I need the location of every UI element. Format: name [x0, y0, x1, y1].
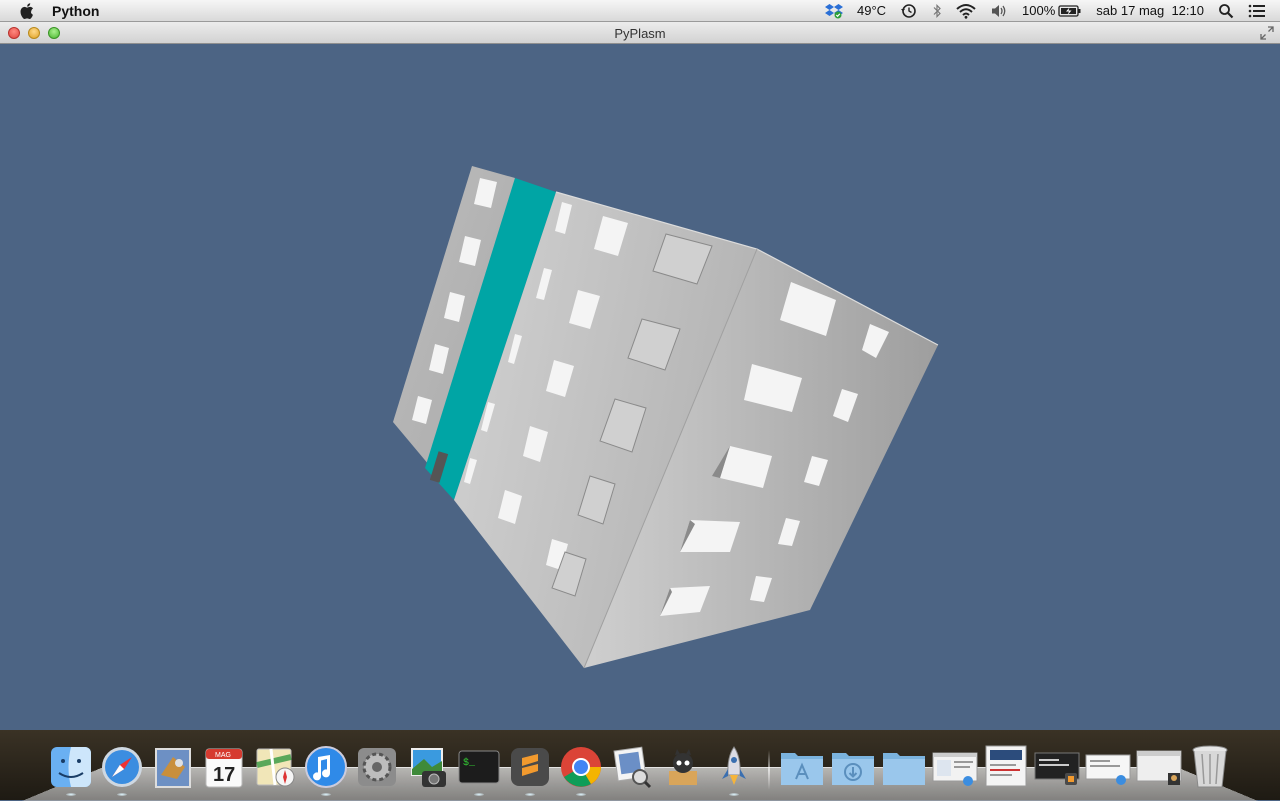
terminal-icon[interactable]: $_ [456, 744, 502, 796]
fullscreen-icon[interactable] [1260, 26, 1274, 40]
window-title-bar[interactable]: PyPlasm [0, 22, 1280, 44]
notification-center-icon[interactable] [1241, 0, 1280, 22]
dock-separator [768, 750, 770, 790]
menu-bar: Python 49°C 100% sab 17 mag 12:10 [0, 0, 1280, 22]
image-capture-icon[interactable] [405, 744, 451, 790]
temperature-readout[interactable]: 49°C [850, 0, 893, 22]
battery-icon[interactable] [1058, 0, 1089, 22]
sublime-text-icon[interactable] [507, 744, 553, 796]
system-preferences-icon[interactable] [354, 744, 400, 790]
calendar-icon[interactable]: MAG 17 [201, 744, 247, 790]
safari-icon[interactable] [99, 744, 145, 796]
volume-icon[interactable] [983, 0, 1015, 22]
trash-icon[interactable] [1187, 744, 1233, 790]
downloads-folder-icon[interactable] [830, 744, 876, 790]
minimized-window-1-icon[interactable] [932, 744, 978, 790]
svg-text:$_: $_ [463, 757, 476, 769]
dropbox-icon[interactable] [818, 0, 850, 22]
battery-percent[interactable]: 100% [1015, 0, 1058, 22]
bluetooth-icon[interactable] [925, 0, 949, 22]
time-machine-icon[interactable] [893, 0, 925, 22]
documents-folder-icon[interactable] [881, 744, 927, 790]
building-model [393, 166, 939, 669]
calendar-day-label: 17 [213, 764, 235, 786]
minimized-window-4-icon[interactable] [1085, 744, 1131, 790]
minimized-window-3-icon[interactable] [1034, 744, 1080, 790]
github-icon[interactable] [660, 744, 706, 790]
spotlight-icon[interactable] [1211, 0, 1241, 22]
python-rocket-icon[interactable] [711, 744, 757, 796]
itunes-icon[interactable] [303, 744, 349, 796]
window-title: PyPlasm [614, 26, 666, 41]
dock: MAG 17 $_ [0, 730, 1280, 801]
mail-icon[interactable] [150, 744, 196, 790]
calendar-month-label: MAG [215, 752, 231, 759]
minimized-window-5-icon[interactable] [1136, 744, 1182, 790]
preview-icon[interactable] [609, 744, 655, 790]
chrome-icon[interactable] [558, 744, 604, 796]
maps-icon[interactable] [252, 744, 298, 790]
minimized-window-2-icon[interactable] [983, 744, 1029, 790]
finder-icon[interactable] [48, 744, 94, 796]
wifi-icon[interactable] [949, 0, 983, 22]
applications-folder-icon[interactable] [779, 744, 825, 790]
pyplasm-viewport[interactable] [0, 44, 1280, 730]
clock-datetime[interactable]: sab 17 mag 12:10 [1089, 0, 1211, 22]
apple-menu-icon[interactable] [20, 2, 34, 19]
app-menu-python[interactable]: Python [52, 3, 99, 19]
